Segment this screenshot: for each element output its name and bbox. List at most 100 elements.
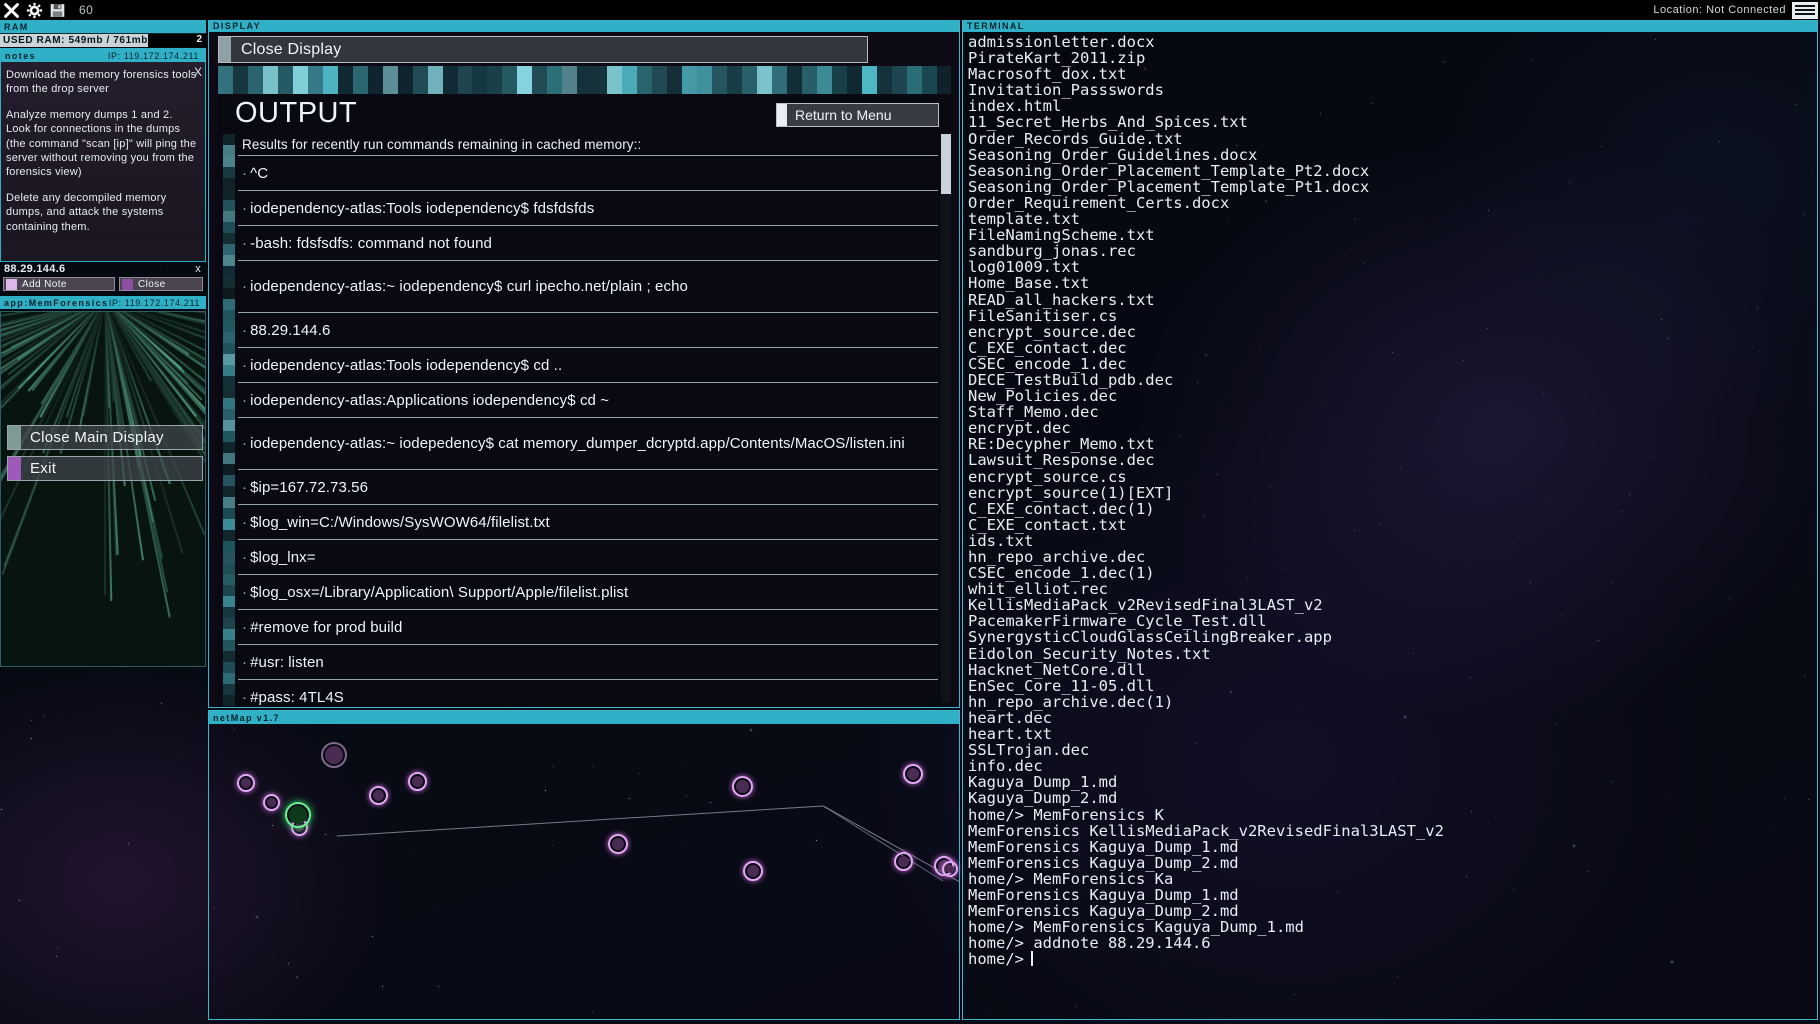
gear-icon[interactable] [26, 2, 43, 19]
terminal-line: Seasoning_Order_Guidelines.docx [968, 145, 1258, 164]
terminal-line: Order_Requirement_Certs.docx [968, 193, 1230, 212]
note-paragraph: Analyze memory dumps 1 and 2. Look for c… [6, 108, 197, 179]
network-node[interactable] [285, 802, 311, 828]
network-node[interactable] [608, 834, 628, 854]
network-node[interactable] [743, 861, 763, 881]
output-row: · iodependency-atlas:~ iodependency$ curl… [238, 261, 938, 313]
output-row: · #usr: listen [238, 645, 938, 680]
terminal-line: sandburg_jonas.rec [968, 242, 1136, 261]
terminal-line: CSEC_encode_1.dec [968, 354, 1127, 373]
row-bullet-icon: · [242, 653, 248, 671]
output-row-text: $log_osx=/Library/Application\ Support/A… [250, 583, 629, 601]
terminal-line: EnSec_Core_11-05.dll [968, 676, 1155, 695]
terminal-line: PirateKart_2011.zip [968, 49, 1146, 68]
terminal-line: FileNamingScheme.txt [968, 226, 1155, 245]
terminal-line: heart.txt [968, 725, 1052, 744]
network-node[interactable] [894, 852, 913, 871]
output-row-text: -bash: fdsfsdfs: command not found [250, 234, 492, 252]
output-row: · iodependency-atlas:Tools iodependency$ … [238, 191, 938, 226]
row-bullet-icon: · [242, 356, 248, 374]
close-note-button[interactable]: Close [119, 277, 203, 291]
terminal-line: CSEC_encode_1.dec(1) [968, 564, 1155, 583]
output-scrollbar-thumb[interactable] [941, 134, 951, 194]
network-node[interactable] [321, 742, 347, 768]
terminal-line: hn_repo_archive.dec(1) [968, 692, 1174, 711]
terminal-line: MemForensics KellisMediaPack_v2RevisedFi… [968, 821, 1444, 840]
close-display-label: Close Display [241, 40, 342, 58]
node-core-icon [736, 780, 749, 793]
network-node[interactable] [942, 861, 958, 877]
notes-ip-label: IP: 119.172.174.211 [107, 51, 199, 61]
terminal-line: MemForensics Kaguya_Dump_1.md [968, 885, 1239, 904]
fps-counter: 60 [79, 3, 94, 17]
output-row-text: iodependency-atlas:~ iodependency$ curl … [250, 278, 688, 295]
terminal-line: info.dec [968, 757, 1043, 776]
terminal-line: heart.dec [968, 708, 1052, 727]
terminal-panel: TERMINAL admissionletter.docx PirateKart_… [962, 18, 1818, 1020]
memforensics-ip-label: IP: 119.172.174.211 [108, 298, 200, 308]
output-row-text: $log_win=C:/Windows/SysWOW64/filelist.tx… [250, 513, 550, 531]
output-row-list: · ^C · iodependency-atlas:Tools iodependenc… [218, 156, 952, 706]
network-node[interactable] [408, 772, 427, 791]
memforensics-header: app:MemForensics IP: 119.172.174.211 [0, 296, 206, 309]
row-bullet-icon: · [242, 234, 248, 252]
terminal-line: RE:Decypher_Memo.txt [968, 435, 1155, 454]
pixel-grid-decoration [218, 66, 952, 94]
output-row-text: ^C [250, 164, 269, 182]
terminal-line: template.txt [968, 210, 1080, 229]
network-node[interactable] [732, 776, 753, 797]
terminal-line: New_Policies.dec [968, 387, 1118, 406]
output-scrollbar[interactable] [941, 134, 951, 703]
swatch-icon [219, 37, 231, 62]
network-node[interactable] [903, 764, 923, 784]
output-row-text: #pass: 4TL4S [250, 688, 344, 706]
terminal-line: SSLTrojan.dec [968, 741, 1090, 760]
main-button-group: Close Main Display Exit [7, 425, 203, 487]
save-icon[interactable] [49, 2, 66, 19]
terminal-line: Lawsuit_Response.dec [968, 451, 1155, 470]
ram-process-count: 2 [196, 34, 202, 45]
terminal-prompt[interactable]: home/> [968, 951, 1813, 967]
network-node[interactable] [369, 786, 388, 805]
terminal-line: MemForensics Kaguya_Dump_2.md [968, 853, 1239, 872]
close-icon[interactable] [3, 2, 20, 19]
close-display-button[interactable]: Close Display [218, 36, 868, 63]
terminal-line: hn_repo_archive.dec [968, 548, 1146, 566]
output-row-text: iodependency-atlas:Tools iodependency$ c… [250, 356, 563, 374]
row-bullet-icon: · [242, 513, 248, 531]
close-icon[interactable]: x [195, 263, 201, 275]
row-bullet-icon: · [242, 688, 248, 706]
close-icon[interactable]: X [194, 65, 202, 79]
ram-panel: RAM USED RAM: 549mb / 761mb 2 [0, 20, 206, 48]
terminal-line: home/> addnote 88.29.144.6 [968, 934, 1211, 953]
close-main-display-button[interactable]: Close Main Display [7, 425, 203, 450]
output-row-text: iodependency-atlas:Applications iodepend… [250, 391, 610, 409]
notes-header-label: notes [5, 51, 37, 61]
terminal-output[interactable]: admissionletter.docx PirateKart_2011.zip M… [968, 34, 1813, 1015]
node-core-icon [267, 798, 276, 807]
add-note-button[interactable]: Add Note [3, 277, 115, 291]
terminal-line: Order_Records_Guide.txt [968, 129, 1183, 148]
node-core-icon [898, 856, 909, 867]
terminal-line: encrypt_source(1)[EXT] [968, 483, 1174, 502]
network-node[interactable] [237, 774, 255, 792]
note-entry-buttons: Add Note Close [0, 277, 206, 291]
output-row-text: $log_lnx= [250, 548, 316, 566]
terminal-line: PacemakerFirmware_Cycle_Test.dll [968, 612, 1267, 631]
notes-body[interactable]: Download the memory forensics tools from… [1, 62, 205, 245]
menu-icon[interactable] [1792, 1, 1818, 19]
terminal-line: log01009.txt [968, 258, 1080, 277]
output-row-text: 88.29.144.6 [250, 321, 331, 339]
terminal-line: home/> MemForensics K [968, 805, 1164, 824]
display-header-label: DISPLAY [213, 21, 261, 31]
row-bullet-icon: · [242, 278, 248, 295]
output-scroll-region[interactable]: Results for recently run commands remain… [218, 134, 952, 706]
return-to-menu-button[interactable]: Return to Menu [776, 103, 939, 127]
ray-burst-graphic [1, 312, 205, 666]
network-map-canvas[interactable] [209, 724, 959, 1019]
exit-button[interactable]: Exit [7, 456, 203, 481]
terminal-line: C_EXE_contact.txt [968, 515, 1127, 534]
terminal-line: Kaguya_Dump_2.md [968, 789, 1118, 808]
terminal-line: encrypt_source.dec [968, 322, 1136, 341]
network-node[interactable] [263, 794, 280, 811]
